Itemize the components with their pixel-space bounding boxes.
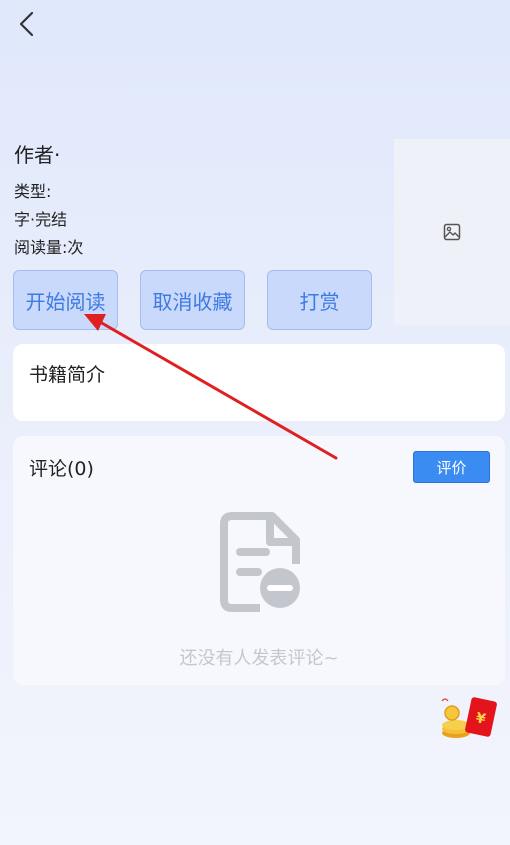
book-cover: [394, 139, 510, 325]
red-packet-button[interactable]: ¥: [438, 695, 500, 745]
word-count-status: 字·完结: [14, 210, 68, 229]
type-label: 类型:: [14, 182, 52, 201]
image-placeholder-icon: [443, 223, 461, 241]
start-reading-button[interactable]: 开始阅读: [13, 270, 118, 330]
chevron-left-icon: [19, 11, 34, 37]
read-count: 阅读量:次: [14, 238, 84, 257]
comments-title: 评论(0): [29, 458, 94, 480]
annotation-arrow: [84, 314, 338, 460]
unfavorite-button[interactable]: 取消收藏: [140, 270, 245, 330]
back-button[interactable]: [12, 10, 40, 38]
document-empty-icon: [220, 512, 300, 612]
comments-card: 评论(0) 评价 还没有人发表评论~: [13, 436, 505, 685]
empty-comments-text: 还没有人发表评论~: [179, 648, 339, 669]
book-intro-title: 书籍简介: [29, 364, 106, 386]
tip-button[interactable]: 打赏: [267, 270, 372, 330]
red-packet-icon: ¥: [441, 697, 497, 738]
author-label: 作者·: [14, 143, 61, 167]
book-intro-card: 书籍简介: [13, 344, 505, 421]
rate-button[interactable]: 评价: [413, 451, 490, 483]
